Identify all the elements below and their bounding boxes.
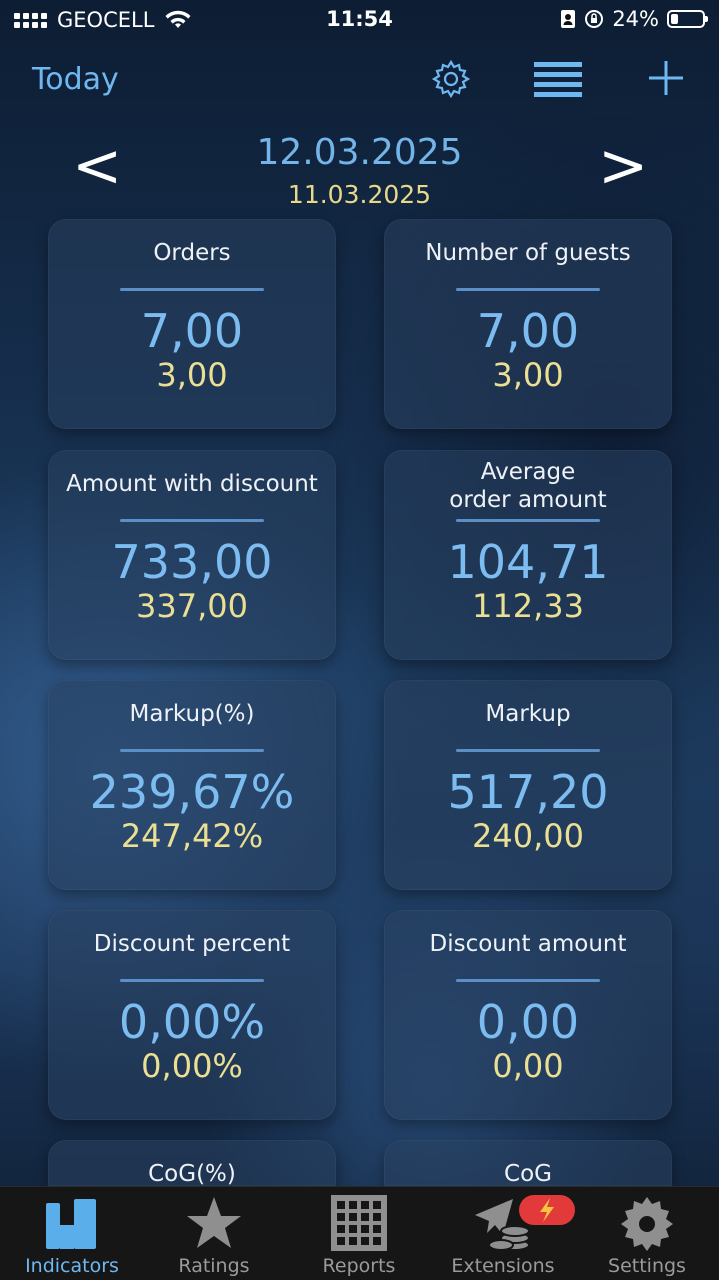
card-average-order-amount[interactable]: Average order amount 104,71 112,33: [384, 450, 672, 660]
indicators-icon: [46, 1199, 96, 1249]
add-button[interactable]: [646, 58, 686, 102]
card-title: CoG(%): [148, 1161, 236, 1187]
grid-icon: [331, 1195, 387, 1251]
card-previous-value: 0,00%: [141, 1047, 243, 1085]
card-discount-percent[interactable]: Discount percent 0,00% 0,00%: [48, 910, 336, 1120]
card-previous-value: 337,00: [136, 587, 248, 625]
card-previous-value: 247,42%: [120, 817, 264, 855]
today-button[interactable]: Today: [32, 62, 119, 97]
status-bar: GEOCELL 11:54 24%: [0, 0, 719, 40]
card-divider: [120, 749, 264, 752]
card-cog-percent[interactable]: CoG(%): [48, 1140, 336, 1187]
card-divider: [456, 979, 600, 982]
card-title-line: Average: [480, 459, 576, 485]
next-date-button[interactable]: >: [598, 136, 648, 196]
tab-bar: Indicators Ratings Reports Extensions Se…: [0, 1186, 719, 1280]
card-divider: [456, 288, 600, 291]
lightning-icon: [540, 1198, 554, 1222]
battery-icon: [667, 10, 708, 28]
tab-settings[interactable]: Settings: [575, 1187, 719, 1280]
card-title: CoG: [504, 1161, 552, 1187]
battery-percent: 24%: [612, 7, 659, 31]
card-title-line: order amount: [449, 487, 607, 513]
list-view-button[interactable]: [534, 62, 582, 102]
card-divider: [120, 979, 264, 982]
card-divider: [120, 288, 264, 291]
card-discount-amount[interactable]: Discount amount 0,00 0,00: [384, 910, 672, 1120]
tab-reports[interactable]: Reports: [287, 1187, 431, 1280]
tab-label: Indicators: [25, 1255, 119, 1277]
card-title: Orders: [153, 240, 231, 266]
card-previous-value: 240,00: [472, 817, 584, 855]
card-orders[interactable]: Orders 7,00 3,00: [48, 219, 336, 429]
extensions-badge: [519, 1195, 575, 1225]
tab-ratings[interactable]: Ratings: [142, 1187, 286, 1280]
star-icon: [187, 1197, 241, 1248]
card-previous-value: 3,00: [156, 356, 228, 394]
card-title: Markup: [485, 701, 571, 727]
card-value: 7,00: [476, 304, 580, 358]
card-divider: [456, 749, 600, 752]
plus-icon: [649, 61, 683, 95]
card-value: 104,71: [447, 535, 609, 589]
card-divider: [120, 519, 264, 522]
tab-label: Reports: [322, 1255, 396, 1277]
rotation-lock-icon: [585, 10, 604, 28]
card-cog[interactable]: CoG: [384, 1140, 672, 1187]
card-title: Amount with discount: [66, 471, 318, 497]
tab-indicators[interactable]: Indicators: [0, 1187, 144, 1280]
card-markup-percent[interactable]: Markup(%) 239,67% 247,42%: [48, 680, 336, 890]
card-value: 7,00: [140, 304, 244, 358]
status-right: 24%: [560, 7, 708, 31]
gear-icon: [621, 1197, 673, 1251]
card-value: 239,67%: [89, 765, 295, 819]
card-title: Discount percent: [93, 931, 291, 957]
battery-level: [671, 14, 678, 24]
card-value: 733,00: [111, 535, 273, 589]
tab-label: Ratings: [178, 1255, 250, 1277]
card-divider: [456, 519, 600, 522]
card-title: Markup(%): [129, 701, 255, 727]
card-markup[interactable]: Markup 517,20 240,00: [384, 680, 672, 890]
contact-icon: [561, 10, 576, 28]
card-value: 517,20: [447, 765, 609, 819]
date-switcher: < 12.03.2025 11.03.2025 >: [0, 128, 719, 218]
nav-bar: Today: [0, 50, 719, 110]
tab-label: Settings: [608, 1255, 686, 1277]
card-title: Average order amount: [384, 458, 672, 514]
card-amount-with-discount[interactable]: Amount with discount 733,00 337,00: [48, 450, 336, 660]
gear-icon: [431, 59, 471, 99]
card-previous-value: 112,33: [472, 587, 584, 625]
card-value: 0,00: [476, 995, 580, 1049]
card-previous-value: 0,00: [492, 1047, 564, 1085]
card-title: Number of guests: [425, 240, 631, 266]
card-number-of-guests[interactable]: Number of guests 7,00 3,00: [384, 219, 672, 429]
card-previous-value: 3,00: [492, 356, 564, 394]
tab-label: Extensions: [451, 1255, 555, 1277]
list-icon: [534, 62, 582, 97]
tab-extensions[interactable]: Extensions: [431, 1187, 575, 1280]
card-title: Discount amount: [429, 931, 627, 957]
settings-button[interactable]: [430, 58, 472, 104]
card-value: 0,00%: [118, 995, 266, 1049]
